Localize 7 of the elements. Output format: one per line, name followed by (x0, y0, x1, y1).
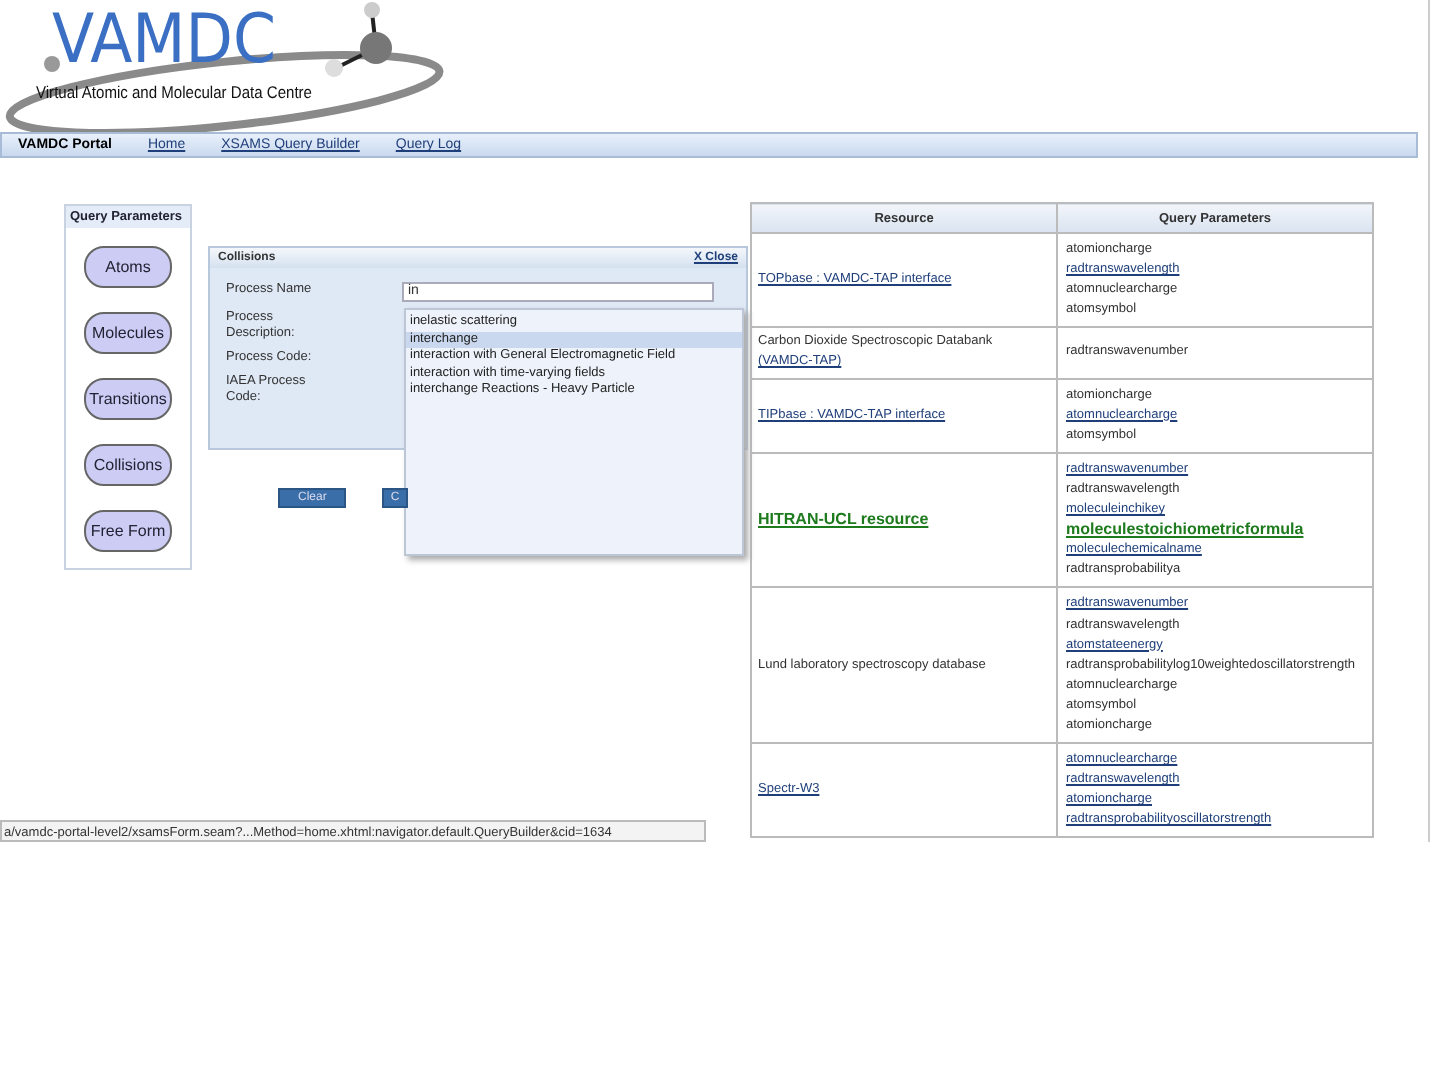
category-button[interactable]: Free Form (84, 510, 172, 552)
category-button[interactable]: Molecules (84, 312, 172, 354)
resource-link[interactable]: HITRAN-UCL resource (758, 510, 1050, 531)
parameter-link[interactable]: moleculestoichiometricformula (1066, 520, 1364, 541)
category-button[interactable]: Transitions (84, 378, 172, 420)
category-button[interactable]: Atoms (84, 246, 172, 288)
category-button[interactable]: Collisions (84, 444, 172, 486)
